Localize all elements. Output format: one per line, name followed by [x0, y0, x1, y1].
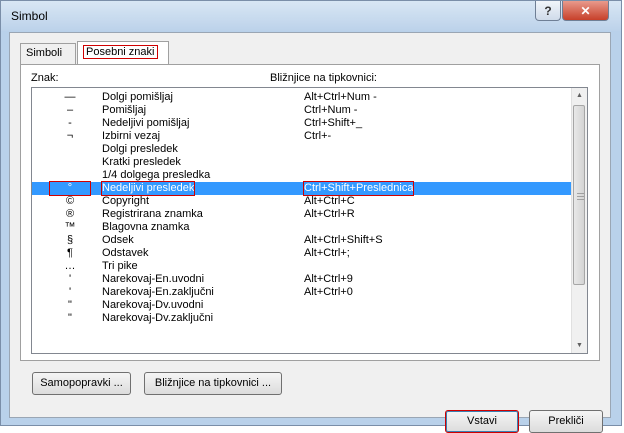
- list-row[interactable]: " Narekovaj-Dv.zaključni: [32, 312, 574, 325]
- row-character: ': [68, 286, 72, 298]
- autocorrect-button[interactable]: Samopopravki ...: [32, 372, 131, 395]
- row-shortcut: Alt+Ctrl+C: [304, 195, 355, 207]
- row-character-name: 1/4 dolgega presledka: [102, 169, 211, 181]
- dialog-title: Simbol: [11, 9, 48, 23]
- row-character-name: Pomišljaj: [102, 104, 147, 116]
- row-character-name: Registrirana znamka: [102, 208, 203, 220]
- symbol-dialog: Simbol ? ✕ Simboli Posebni znaki Znak: B…: [0, 0, 622, 433]
- row-shortcut: Ctrl+Shift+Preslednica: [302, 181, 415, 196]
- row-character-name: Nedeljivi presledek: [100, 181, 196, 196]
- list-row[interactable]: … Tri pike: [32, 260, 574, 273]
- row-character: °: [49, 181, 91, 196]
- row-character: …: [64, 260, 76, 272]
- row-shortcut: Alt+Ctrl+R: [304, 208, 355, 220]
- row-character: ¬: [66, 130, 74, 142]
- vertical-scrollbar[interactable]: ▲ — — — ▼: [571, 88, 587, 353]
- dialog-client: Simboli Posebni znaki Znak: Bližnjice na…: [9, 32, 611, 433]
- list-row[interactable]: Dolgi presledek: [32, 143, 574, 156]
- help-button[interactable]: ?: [535, 1, 561, 21]
- list-row[interactable]: ' Narekovaj-En.uvodni Alt+Ctrl+9: [32, 273, 574, 286]
- row-character: –: [66, 104, 74, 116]
- row-character-name: Narekovaj-En.uvodni: [102, 273, 205, 285]
- list-row[interactable]: ‑ Nedeljivi pomišljaj Ctrl+Shift+_: [32, 117, 574, 130]
- row-shortcut: Ctrl+Num -: [304, 104, 358, 116]
- grip-icon: — — —: [577, 190, 584, 203]
- row-character-name: Nedeljivi pomišljaj: [102, 117, 190, 129]
- row-character: ': [68, 273, 72, 285]
- row-shortcut: Alt+Ctrl+9: [304, 273, 353, 285]
- tab-special-characters-label: Posebni znaki: [83, 45, 158, 59]
- row-character-name: Tri pike: [102, 260, 138, 272]
- row-character: ¶: [67, 247, 73, 259]
- row-character-name: Dolgi pomišljaj: [102, 91, 173, 103]
- close-button[interactable]: ✕: [562, 1, 609, 21]
- scroll-down-icon[interactable]: ▼: [572, 338, 587, 353]
- title-bar[interactable]: Simbol ? ✕: [1, 1, 621, 31]
- row-character: ": [68, 299, 72, 311]
- row-character: ®: [65, 208, 75, 220]
- row-character-name: Odsek: [102, 234, 134, 246]
- tab-special-characters[interactable]: Posebni znaki: [77, 41, 169, 65]
- row-character-name: Narekovaj-En.zaključni: [102, 286, 214, 298]
- row-shortcut: Alt+Ctrl+Shift+S: [304, 234, 383, 246]
- list-row[interactable]: ¶ Odstavek Alt+Ctrl+;: [32, 247, 574, 260]
- row-shortcut: Alt+Ctrl+0: [304, 286, 353, 298]
- list-row[interactable]: — Dolgi pomišljaj Alt+Ctrl+Num -: [32, 91, 574, 104]
- list-row[interactable]: ' Narekovaj-En.zaključni Alt+Ctrl+0: [32, 286, 574, 299]
- list-row[interactable]: § Odsek Alt+Ctrl+Shift+S: [32, 234, 574, 247]
- character-column-header: Znak:: [31, 72, 59, 84]
- row-shortcut: Ctrl+Shift+_: [304, 117, 363, 129]
- list-row[interactable]: ™ Blagovna znamka: [32, 221, 574, 234]
- scroll-thumb[interactable]: — — —: [573, 105, 585, 285]
- list-row[interactable]: – Pomišljaj Ctrl+Num -: [32, 104, 574, 117]
- row-character: ©: [65, 195, 75, 207]
- special-characters-list[interactable]: — Dolgi pomišljaj Alt+Ctrl+Num - – Pomišljaj…: [31, 87, 588, 354]
- row-character: ‑: [68, 117, 72, 129]
- list-row[interactable]: ® Registrirana znamka Alt+Ctrl+R: [32, 208, 574, 221]
- row-character-name: Blagovna znamka: [102, 221, 190, 233]
- list-row[interactable]: © Copyright Alt+Ctrl+C: [32, 195, 574, 208]
- tab-symbols-label: Simboli: [26, 47, 63, 59]
- row-character: —: [64, 91, 76, 103]
- row-shortcut: Alt+Ctrl+;: [304, 247, 350, 259]
- row-character: §: [66, 234, 74, 246]
- row-character-name: Narekovaj-Dv.uvodni: [102, 299, 204, 311]
- list-row[interactable]: 1/4 dolgega presledka: [32, 169, 574, 182]
- list-row[interactable]: ° Nedeljivi presledek Ctrl+Shift+Presledni…: [32, 181, 574, 196]
- list-row[interactable]: " Narekovaj-Dv.uvodni: [32, 299, 574, 312]
- shortcut-column-header: Bližnjice na tipkovnici:: [270, 72, 377, 84]
- shortcut-key-button[interactable]: Bližnjice na tipkovnici ...: [144, 372, 282, 395]
- special-characters-panel: Znak: Bližnjice na tipkovnici: — Dolgi po…: [20, 64, 600, 361]
- cancel-button[interactable]: Prekliči: [529, 410, 603, 433]
- row-character-name: Dolgi presledek: [102, 143, 178, 155]
- row-shortcut: Alt+Ctrl+Num -: [304, 91, 377, 103]
- list-row[interactable]: ¬ Izbirni vezaj Ctrl+-: [32, 130, 574, 143]
- row-character-name: Narekovaj-Dv.zaključni: [102, 312, 214, 324]
- insert-button[interactable]: Vstavi: [445, 410, 519, 433]
- scroll-up-icon[interactable]: ▲: [572, 88, 587, 103]
- row-character-name: Copyright: [102, 195, 150, 207]
- row-character-name: Kratki presledek: [102, 156, 181, 168]
- row-character: ™: [64, 221, 76, 233]
- row-character-name: Izbirni vezaj: [102, 130, 161, 142]
- row-character: ": [68, 312, 72, 324]
- row-character-name: Odstavek: [102, 247, 149, 259]
- tab-symbols[interactable]: Simboli: [20, 43, 76, 64]
- row-shortcut: Ctrl+-: [304, 130, 332, 142]
- list-row[interactable]: Kratki presledek: [32, 156, 574, 169]
